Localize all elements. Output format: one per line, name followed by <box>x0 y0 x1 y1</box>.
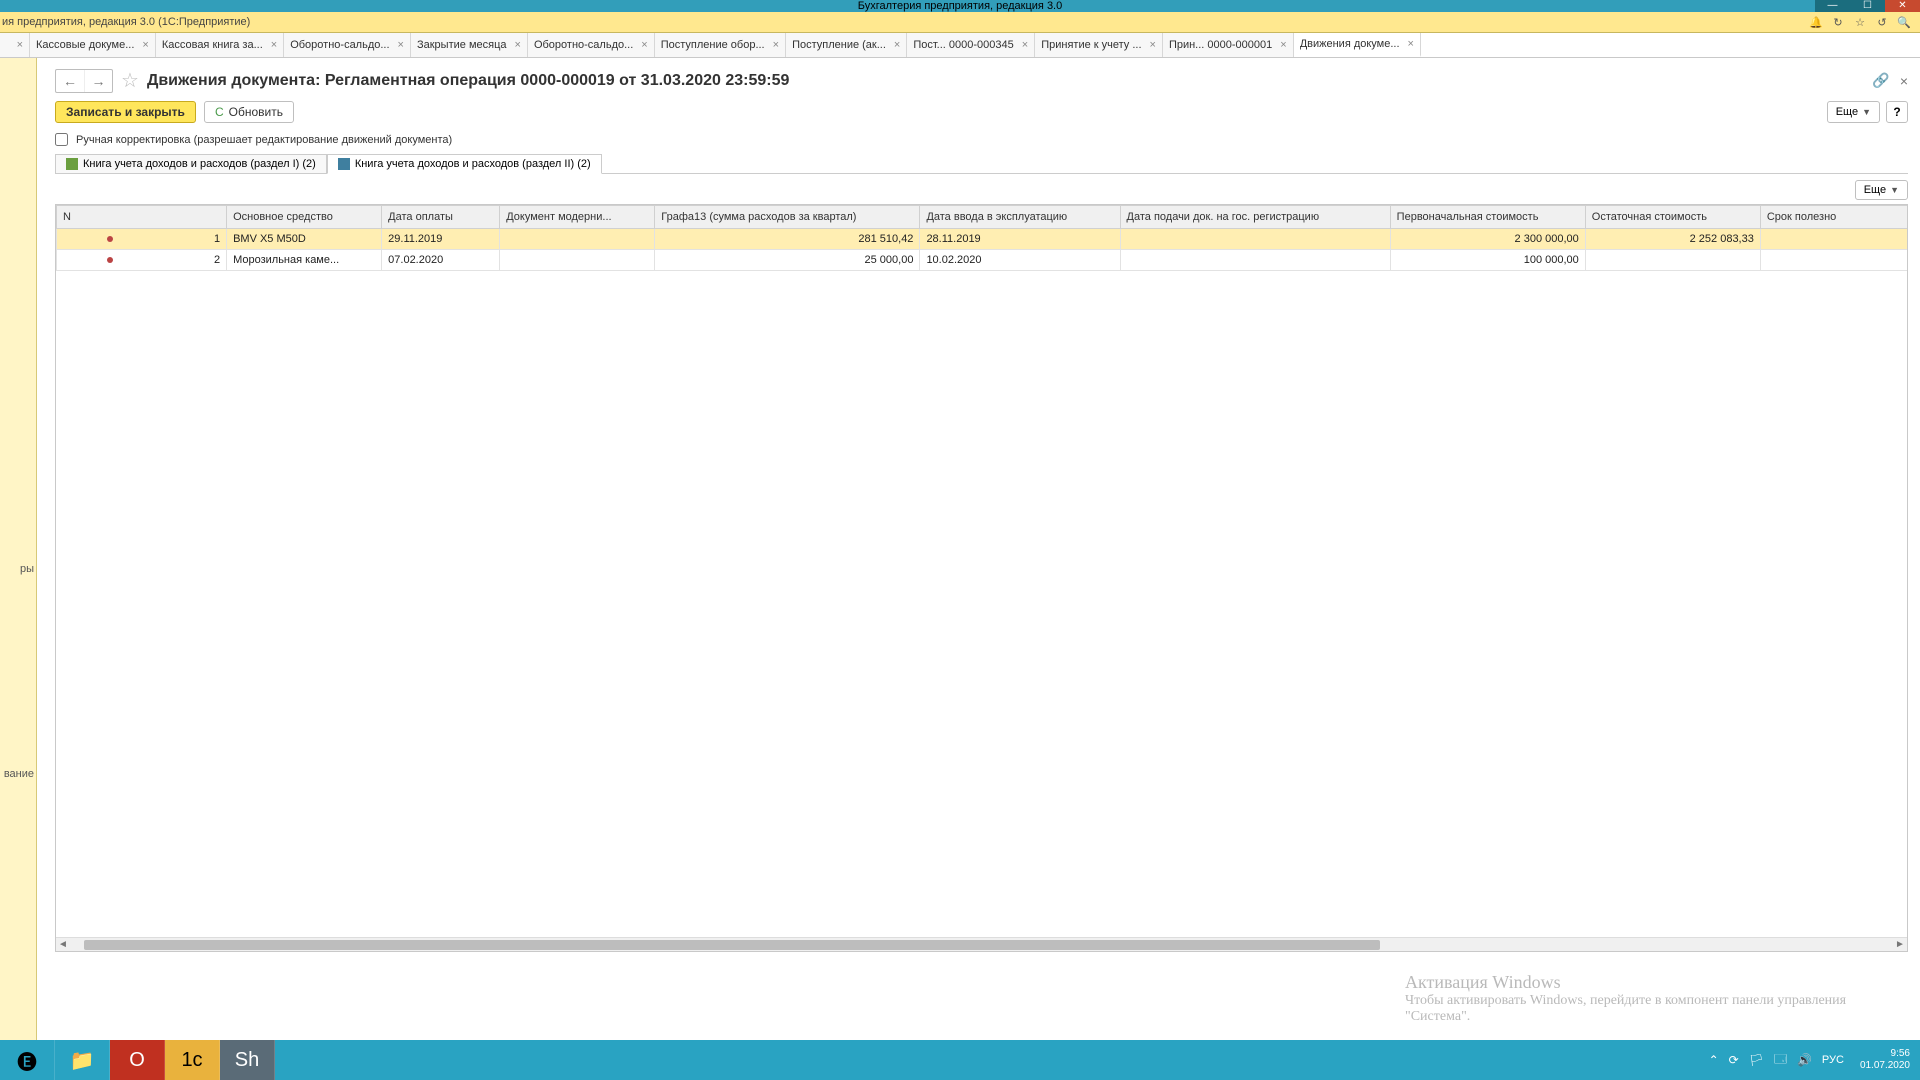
close-icon[interactable]: × <box>17 39 23 51</box>
tab-postuplenie-ak[interactable]: Поступление (ак... × <box>786 33 907 57</box>
page-title: Движения документа: Регламентная операци… <box>147 72 789 90</box>
status-dot-icon <box>107 257 113 263</box>
help-button[interactable]: ? <box>1886 101 1908 123</box>
tab-oborotno-2[interactable]: Оборотно-сальдо... × <box>528 33 655 57</box>
status-dot-icon <box>107 236 113 242</box>
col-reg-date[interactable]: Дата подачи док. на гос. регистрацию <box>1120 206 1390 229</box>
tab-close-first[interactable]: × <box>0 33 30 57</box>
manual-edit-label: Ручная корректировка (разрешает редактир… <box>76 134 452 146</box>
taskbar-ie-icon[interactable]: 🅔 <box>0 1040 55 1080</box>
col-initial[interactable]: Первоначальная стоимость <box>1390 206 1585 229</box>
scroll-right-icon[interactable]: ► <box>1893 939 1907 950</box>
app-title-text: ия предприятия, редакция 3.0 (1С:Предпри… <box>0 16 250 28</box>
favorite-star-icon[interactable]: ☆ <box>121 68 139 93</box>
tab-postuplenie-obor[interactable]: Поступление обор... × <box>655 33 786 57</box>
scroll-thumb[interactable] <box>84 940 1380 950</box>
refresh-icon: С <box>215 105 224 119</box>
close-icon[interactable]: × <box>1150 39 1156 51</box>
function-sidebar[interactable]: ры вание <box>0 58 37 1040</box>
window-minimize-button[interactable]: — <box>1815 0 1850 12</box>
tab-kassovaya-kniga[interactable]: Кассовая книга за... × <box>156 33 284 57</box>
close-icon[interactable]: × <box>1280 39 1286 51</box>
nav-forward-button[interactable]: → <box>84 70 112 92</box>
col-g13[interactable]: Графа13 (сумма расходов за квартал) <box>655 206 920 229</box>
tray-sync-icon[interactable]: ⟳ <box>1729 1053 1739 1067</box>
link-icon[interactable]: 🔗 <box>1872 72 1889 89</box>
tab-kassovye[interactable]: Кассовые докуме... × <box>30 33 156 57</box>
activation-watermark: Активация Windows Чтобы активировать Win… <box>1405 972 1895 1025</box>
tray-flag-icon[interactable]: 🏳 <box>1749 1053 1764 1067</box>
more-button[interactable]: Еще ▼ <box>1827 101 1880 123</box>
tray-lang[interactable]: РУС <box>1822 1054 1844 1066</box>
horizontal-scrollbar[interactable]: ◄ ► <box>56 937 1907 951</box>
close-icon[interactable]: × <box>398 39 404 51</box>
col-mod-doc[interactable]: Документ модерни... <box>500 206 655 229</box>
col-remain[interactable]: Остаточная стоимость <box>1585 206 1760 229</box>
taskbar-explorer-icon[interactable]: 📁 <box>55 1040 110 1080</box>
close-icon[interactable]: × <box>142 39 148 51</box>
close-icon[interactable]: × <box>515 39 521 51</box>
tab-oborotno-1[interactable]: Оборотно-сальдо... × <box>284 33 411 57</box>
movements-table[interactable]: N Основное средство Дата оплаты Документ… <box>55 204 1908 952</box>
app-header: ия предприятия, редакция 3.0 (1С:Предпри… <box>0 12 1920 33</box>
book-icon <box>66 158 78 170</box>
scroll-left-icon[interactable]: ◄ <box>56 939 70 950</box>
save-and-close-button[interactable]: Записать и закрыть <box>55 101 196 123</box>
col-start-date[interactable]: Дата ввода в эксплуатацию <box>920 206 1120 229</box>
close-icon[interactable]: × <box>1408 38 1414 50</box>
tab-prin-001[interactable]: Прин... 0000-000001 × <box>1163 33 1294 57</box>
page-close-button[interactable]: × <box>1900 73 1908 89</box>
col-pay-date[interactable]: Дата оплаты <box>382 206 500 229</box>
table-row[interactable]: 1 BMV X5 M50D 29.11.2019 281 510,42 28.1… <box>57 229 1909 250</box>
book-icon <box>338 158 350 170</box>
close-icon[interactable]: × <box>641 39 647 51</box>
refresh-button[interactable]: С Обновить <box>204 101 294 123</box>
taskbar-clock[interactable]: 9:56 01.07.2020 <box>1854 1048 1916 1072</box>
taskbar-sh-icon[interactable]: Sh <box>220 1040 275 1080</box>
tab-post-345[interactable]: Пост... 0000-000345 × <box>907 33 1035 57</box>
windows-taskbar[interactable]: 🅔 📁 O 1c Sh ⌃ ⟳ 🏳 🗔 🔊 РУС 9:56 01.07.202… <box>0 1040 1920 1080</box>
col-useful[interactable]: Срок полезно <box>1760 206 1908 229</box>
table-more-button[interactable]: Еще ▼ <box>1855 180 1908 200</box>
sidebar-label-1: ры <box>20 563 34 575</box>
nav-back-button[interactable]: ← <box>56 70 84 92</box>
search-icon[interactable]: 🔍 <box>1894 13 1914 31</box>
window-title: Бухгалтерия предприятия, редакция 3.0 <box>858 0 1062 12</box>
close-icon[interactable]: × <box>773 39 779 51</box>
tray-volume-icon[interactable]: 🔊 <box>1797 1053 1812 1067</box>
chevron-down-icon: ▼ <box>1890 185 1899 195</box>
close-icon[interactable]: × <box>271 39 277 51</box>
window-close-button[interactable]: ✕ <box>1885 0 1920 12</box>
table-row[interactable]: 2 Морозильная каме... 07.02.2020 25 000,… <box>57 250 1909 271</box>
close-icon[interactable]: × <box>1022 39 1028 51</box>
manual-edit-checkbox[interactable] <box>55 133 68 146</box>
table-header-row: N Основное средство Дата оплаты Документ… <box>57 206 1909 229</box>
link2-icon[interactable]: ↺ <box>1872 13 1892 31</box>
document-tabs: × Кассовые докуме... × Кассовая книга за… <box>0 33 1920 58</box>
history-icon[interactable]: ↻ <box>1828 13 1848 31</box>
star-icon[interactable]: ☆ <box>1850 13 1870 31</box>
inner-tab-section2[interactable]: Книга учета доходов и расходов (раздел I… <box>327 154 602 174</box>
col-asset[interactable]: Основное средство <box>227 206 382 229</box>
tray-chevron-icon[interactable]: ⌃ <box>1709 1053 1719 1067</box>
window-maximize-button[interactable]: ☐ <box>1850 0 1885 12</box>
sidebar-label-2: вание <box>4 768 34 780</box>
tab-dvizheniya[interactable]: Движения докуме... × <box>1294 33 1421 57</box>
taskbar-1c-icon[interactable]: 1c <box>165 1040 220 1080</box>
chevron-down-icon: ▼ <box>1862 107 1871 117</box>
inner-tab-section1[interactable]: Книга учета доходов и расходов (раздел I… <box>55 154 327 174</box>
bell-icon[interactable]: 🔔 <box>1806 13 1826 31</box>
col-n[interactable]: N <box>57 206 227 229</box>
tab-prinyatie[interactable]: Принятие к учету ... × <box>1035 33 1163 57</box>
close-icon[interactable]: × <box>894 39 900 51</box>
taskbar-opera-icon[interactable]: O <box>110 1040 165 1080</box>
tray-network-icon[interactable]: 🗔 <box>1774 1050 1787 1071</box>
tab-zakrytie[interactable]: Закрытие месяца × <box>411 33 528 57</box>
window-titlebar: Бухгалтерия предприятия, редакция 3.0 — … <box>0 0 1920 12</box>
refresh-label: Обновить <box>229 105 283 119</box>
